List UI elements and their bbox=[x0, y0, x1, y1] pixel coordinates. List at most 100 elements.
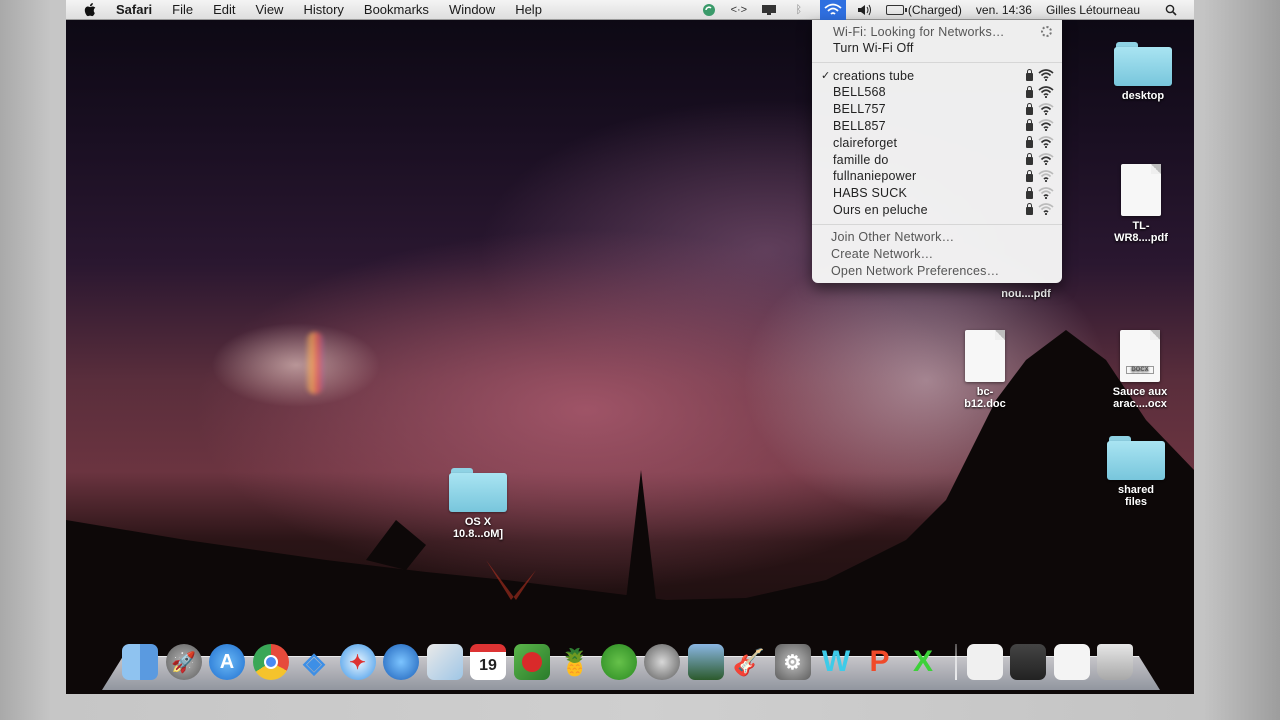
network-name: Ours en peluche bbox=[833, 202, 928, 217]
network-preferences-label: Open Network Preferences… bbox=[831, 263, 1000, 278]
menu-edit[interactable]: Edit bbox=[213, 2, 235, 17]
network-name: famille do bbox=[833, 152, 889, 167]
angry-birds-icon[interactable] bbox=[513, 644, 550, 680]
network-item[interactable]: BELL568 bbox=[812, 84, 1062, 101]
lock-icon bbox=[1026, 85, 1033, 98]
network-item[interactable]: claireforget bbox=[812, 134, 1062, 151]
join-other-network-label: Join Other Network… bbox=[831, 229, 955, 244]
preview-icon[interactable] bbox=[426, 644, 463, 680]
network-item[interactable]: HABS SUCK bbox=[812, 185, 1062, 202]
nou-pdf-file[interactable]: nou....pdf bbox=[996, 284, 1056, 300]
garageband-icon[interactable]: 🎸 bbox=[731, 644, 767, 680]
adium-icon[interactable] bbox=[600, 644, 637, 680]
folder-icon bbox=[1107, 436, 1165, 480]
lock-icon bbox=[1026, 102, 1033, 115]
wifi-signal-icon bbox=[1038, 85, 1054, 98]
create-network-item[interactable]: Create Network… bbox=[812, 245, 1062, 262]
clock[interactable]: ven. 14:36 bbox=[976, 3, 1032, 17]
wifi-signal-icon bbox=[1038, 136, 1054, 149]
code-brackets-icon[interactable]: <·> bbox=[730, 3, 748, 17]
shared-files-folder[interactable]: shared files bbox=[1106, 436, 1166, 508]
menu-file[interactable]: File bbox=[172, 2, 193, 17]
calendar-icon[interactable]: 19 bbox=[470, 644, 506, 680]
menu-view[interactable]: View bbox=[256, 2, 284, 17]
network-item[interactable]: famille do bbox=[812, 151, 1062, 168]
menu-help[interactable]: Help bbox=[515, 2, 542, 17]
excel-icon[interactable]: X bbox=[905, 644, 941, 680]
bc-doc-file[interactable]: bc- b12.doc bbox=[954, 330, 1016, 410]
network-item[interactable]: ✓ creations tube bbox=[812, 67, 1062, 84]
network-name: creations tube bbox=[833, 68, 915, 83]
wifi-signal-icon bbox=[1038, 203, 1054, 216]
bc-doc-label-line1: bc- bbox=[976, 386, 994, 398]
wifi-signal-icon bbox=[1038, 169, 1054, 182]
spotlight-search-icon[interactable] bbox=[1162, 3, 1180, 17]
battery-icon[interactable] bbox=[885, 5, 907, 15]
wifi-signal-icon bbox=[1038, 102, 1054, 115]
menu-bar: Safari File Edit View History Bookmarks … bbox=[66, 0, 1194, 20]
menu-app-name[interactable]: Safari bbox=[116, 2, 152, 17]
wifi-signal-icon bbox=[1038, 186, 1054, 199]
menu-bookmarks[interactable]: Bookmarks bbox=[364, 2, 429, 17]
time-machine-icon[interactable] bbox=[644, 644, 680, 680]
app-store-icon[interactable]: A bbox=[209, 644, 245, 680]
menu-separator bbox=[812, 224, 1062, 225]
lock-icon bbox=[1026, 69, 1033, 81]
tl-pdf-file[interactable]: TL- WR8....pdf bbox=[1106, 164, 1176, 244]
create-network-label: Create Network… bbox=[831, 246, 934, 261]
network-item[interactable]: Ours en peluche bbox=[812, 201, 1062, 218]
folder-icon bbox=[1114, 42, 1172, 86]
powerpoint-icon[interactable]: P bbox=[862, 644, 898, 680]
osx-folder[interactable]: OS X 10.8...oM] bbox=[446, 468, 510, 540]
bluetooth-icon[interactable]: ᛒ bbox=[790, 3, 808, 17]
docx-document-icon: DOCX bbox=[1120, 330, 1160, 382]
menu-separator bbox=[812, 62, 1062, 63]
sauce-label-line1: Sauce aux bbox=[1112, 386, 1168, 398]
join-other-network-item[interactable]: Join Other Network… bbox=[812, 228, 1062, 245]
user-name[interactable]: Gilles Létourneau bbox=[1046, 3, 1140, 17]
wifi-menu-icon[interactable] bbox=[819, 0, 846, 20]
network-item[interactable]: fullnaniepower bbox=[812, 168, 1062, 185]
battery-status[interactable]: (Charged) bbox=[908, 3, 962, 17]
file-stack-icon[interactable] bbox=[1053, 644, 1090, 680]
google-earth-icon[interactable] bbox=[383, 644, 419, 680]
network-name: BELL568 bbox=[833, 85, 886, 100]
shared-label-line1: shared bbox=[1117, 484, 1155, 496]
wifi-status-row: Wi-Fi: Looking for Networks… bbox=[812, 23, 1062, 40]
chrome-icon[interactable] bbox=[252, 644, 289, 680]
tl-pdf-label-line1: TL- bbox=[1132, 220, 1150, 232]
dropbox-icon[interactable]: ◈ bbox=[296, 644, 332, 680]
sauce-docx-file[interactable]: DOCX Sauce aux arac....ocx bbox=[1104, 330, 1176, 410]
network-preferences-item[interactable]: Open Network Preferences… bbox=[812, 262, 1062, 279]
apple-menu-icon[interactable] bbox=[84, 2, 96, 17]
network-item[interactable]: BELL757 bbox=[812, 101, 1062, 118]
downloads-stack-icon[interactable] bbox=[1010, 644, 1046, 680]
finder-icon[interactable] bbox=[122, 644, 158, 680]
system-preferences-icon[interactable]: ⚙ bbox=[774, 644, 811, 680]
word-document-icon bbox=[965, 330, 1005, 382]
network-name: BELL757 bbox=[833, 102, 886, 117]
sync-status-icon[interactable] bbox=[700, 3, 718, 17]
tl-pdf-label-line2: WR8....pdf bbox=[1114, 232, 1168, 244]
volume-icon[interactable] bbox=[856, 3, 874, 17]
iphoto-icon[interactable] bbox=[687, 644, 724, 680]
safari-icon[interactable]: ✦ bbox=[339, 644, 376, 680]
turn-wifi-off-label: Turn Wi-Fi Off bbox=[833, 40, 914, 55]
lock-icon bbox=[1026, 203, 1033, 216]
network-item[interactable]: BELL857 bbox=[812, 117, 1062, 134]
pinata-icon[interactable]: 🍍 bbox=[557, 644, 593, 680]
wifi-signal-icon bbox=[1038, 119, 1054, 132]
network-name: BELL857 bbox=[833, 118, 886, 133]
lock-icon bbox=[1026, 119, 1033, 132]
trash-icon[interactable] bbox=[1097, 644, 1133, 680]
menu-history[interactable]: History bbox=[303, 2, 343, 17]
turn-wifi-off-item[interactable]: Turn Wi-Fi Off bbox=[812, 39, 1062, 56]
word-icon[interactable]: W bbox=[818, 644, 854, 680]
launchpad-icon[interactable]: 🚀 bbox=[165, 644, 202, 680]
menu-window[interactable]: Window bbox=[449, 2, 495, 17]
desktop-folder[interactable]: desktop bbox=[1113, 42, 1173, 102]
desktop-folder-label: desktop bbox=[1121, 90, 1165, 102]
osx-label-line1: OS X bbox=[464, 516, 492, 528]
documents-stack-icon[interactable] bbox=[966, 644, 1003, 680]
display-mirroring-icon[interactable] bbox=[760, 3, 778, 17]
